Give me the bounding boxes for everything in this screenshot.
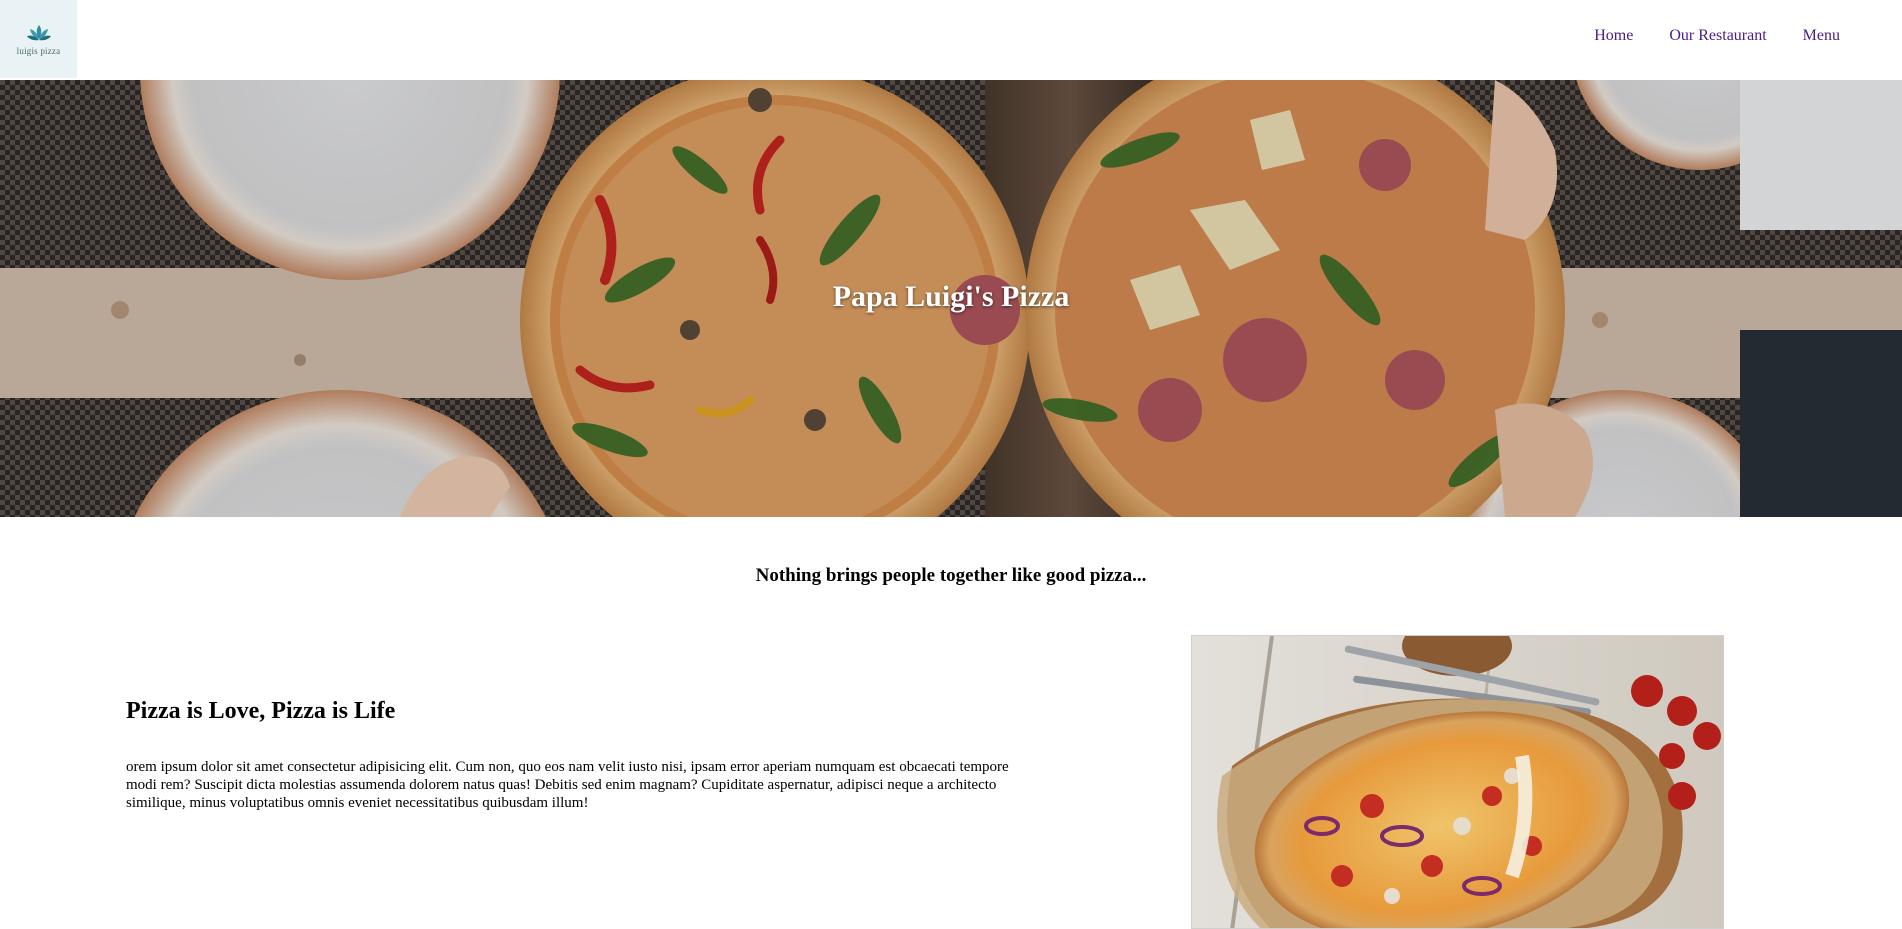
nav-menu: Home Our Restaurant Menu xyxy=(1558,27,1840,45)
hero-banner: Papa Luigi's Pizza xyxy=(0,80,1902,517)
section-body-text: orem ipsum dolor sit amet consectetur ad… xyxy=(126,759,1009,811)
nav-link-home[interactable]: Home xyxy=(1594,27,1633,45)
logo-text: luigis pizza xyxy=(16,45,61,56)
hero-title: Papa Luigi's Pizza xyxy=(832,280,1070,313)
pizza-photo xyxy=(1191,635,1724,929)
nav-link-menu[interactable]: Menu xyxy=(1803,27,1840,45)
lotus-icon xyxy=(26,24,51,40)
tagline: Nothing brings people together like good… xyxy=(755,565,1147,586)
nav-link-our-restaurant[interactable]: Our Restaurant xyxy=(1669,27,1766,45)
section-heading: Pizza is Love, Pizza is Life xyxy=(126,698,396,724)
navbar: luigis pizza Home Our Restaurant Menu xyxy=(0,0,1902,80)
logo[interactable]: luigis pizza xyxy=(0,0,77,78)
